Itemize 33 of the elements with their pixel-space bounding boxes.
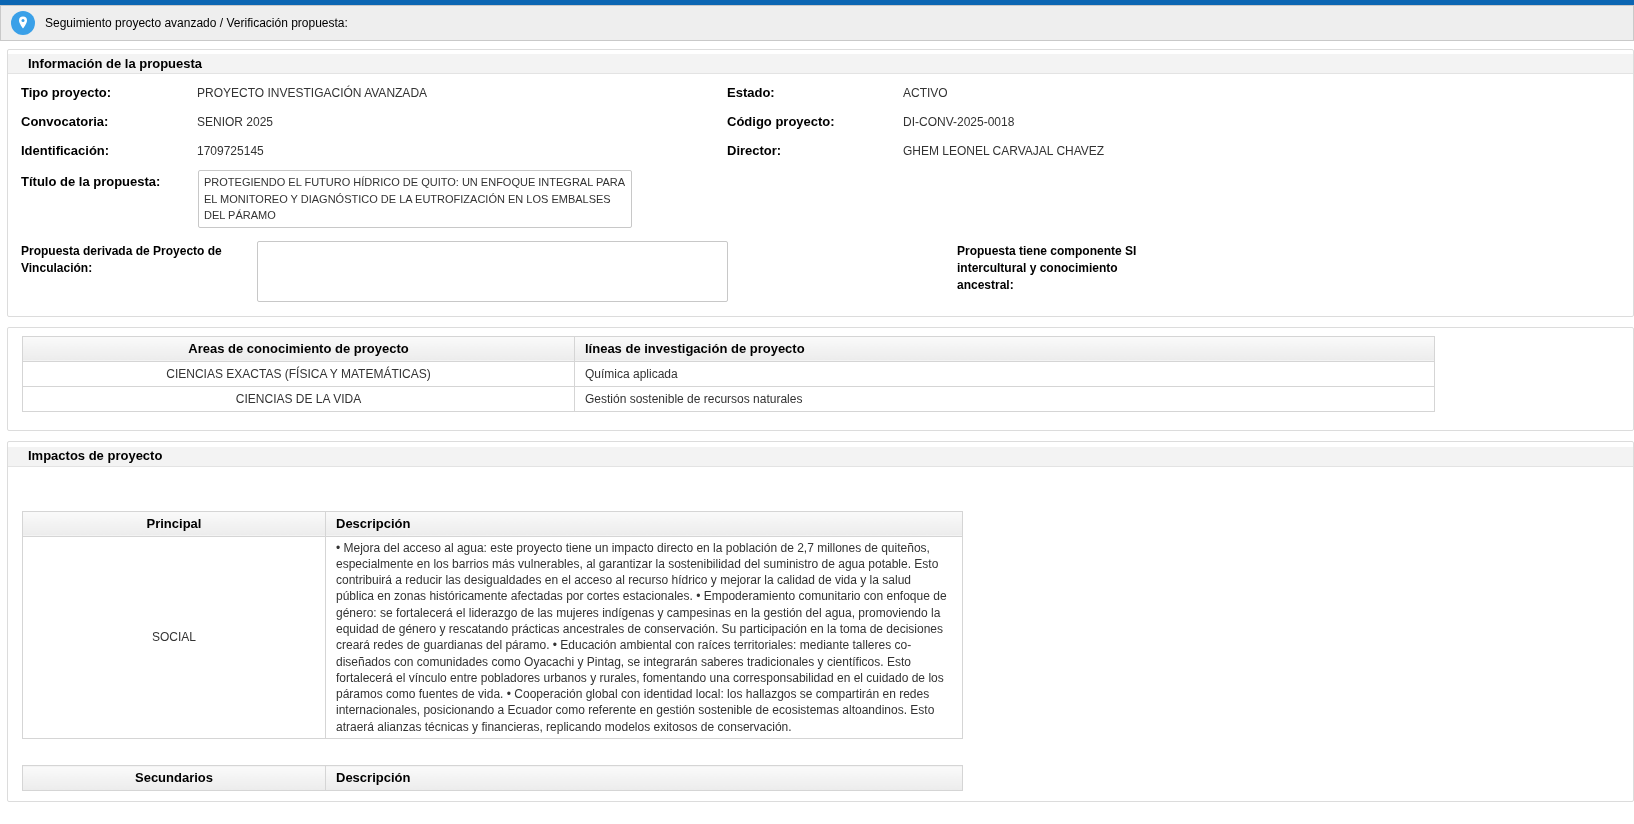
field-value: DI-CONV-2025-0018 (903, 113, 1015, 131)
field-value: ACTIVO (903, 84, 948, 102)
column-header: Principal (22, 511, 326, 536)
column-header: líneas de investigación de proyecto (574, 336, 1435, 361)
table-cell: Química aplicada (574, 361, 1435, 386)
field-label: Estado: (727, 83, 776, 102)
breadcrumb: Seguimiento proyecto avanzado / Verificación propuesta: (45, 15, 348, 32)
section-header: Impactos de proyecto (8, 446, 1633, 467)
field-label: Propuesta tiene componente SI intercultural y conocimiento ancestral: (957, 242, 1138, 294)
column-header: Descripción (325, 511, 963, 536)
column-header: Descripción (325, 765, 963, 791)
table-cell: • Mejora del acceso al agua: este proyecto tiene un impacto directo en la población de 2,7 millones de quiteños, especialmente en los barrios más vulnerables, al garantizar la sostenibilidad del suministro de agua potable. Esto contribuirá a reducir las desigualdades en el acceso al recurso hídrico y mejorar la calidad de vida y la salud pública en zonas históricamente afectadas por cortes estacionales. • Empoderamiento comunitario con enfoque de género: se fortalecerá el liderazgo de las mujeres indígenas y campesinas en la gestión del agua, promoviendo la equidad de género y rescatando prácticas ancestrales de conservación. Su participación en la toma de decisiones creará redes de guardianas del páramo. • Educación ambiental con raíces territoriales: mediante talleres co-diseñados con comunidades como Oyacachi y Pintag, se integrarán saberes tradicionales y científicos. Esto fortalecerá el vínculo entre pobladores urbanos y rurales, fomentando una corresponsabilidad en el cuidado de los páramos como fuentes de vida. • Cooperación global con identidad local: los hallazgos se compartirán en redes internacionales, posicionando a Ecuador como referente en gestión sostenible de ecosistemas altoandinos. Esto atraerá alianzas técnicas y financieras, replicando modelos exitosos de conservación. (325, 536, 963, 739)
table-cell: SOCIAL (22, 536, 326, 739)
table-cell: CIENCIAS DE LA VIDA (22, 386, 575, 411)
field-value: GHEM LEONEL CARVAJAL CHAVEZ (903, 142, 1105, 160)
field-label: Código proyecto: (727, 112, 836, 131)
field-label: Título de la propuesta: (21, 173, 162, 191)
field-label: Propuesta derivada de Proyecto de Vinculación: (21, 242, 223, 277)
field-label: Identificación: (21, 141, 111, 160)
field-label: Director: (727, 141, 783, 160)
field-label: Convocatoria: (21, 112, 110, 131)
column-header: Secundarios (22, 765, 326, 791)
location-pin-icon (11, 11, 35, 35)
field-value: 1709725145 (197, 142, 264, 160)
title-field[interactable]: PROTEGIENDO EL FUTURO HÍDRICO DE QUITO: UN ENFOQUE INTEGRAL PARA EL MONITOREO Y DIAGNÓSTICO DE LA EUTROFIZACIÓN EN LOS EMBALSES DEL PÁRAMO (198, 170, 632, 228)
section-header: Información de la propuesta (8, 54, 1633, 74)
column-header: Areas de conocimiento de proyecto (22, 336, 575, 361)
field-label: Tipo proyecto: (21, 83, 113, 102)
field-value: SENIOR 2025 (197, 113, 274, 131)
vinculacion-field[interactable] (257, 240, 728, 302)
table-cell: CIENCIAS EXACTAS (FÍSICA Y MATEMÁTICAS) (22, 361, 575, 386)
table-cell: Gestión sostenible de recursos naturales (574, 386, 1435, 411)
field-value: PROYECTO INVESTIGACIÓN AVANZADA (197, 84, 428, 102)
